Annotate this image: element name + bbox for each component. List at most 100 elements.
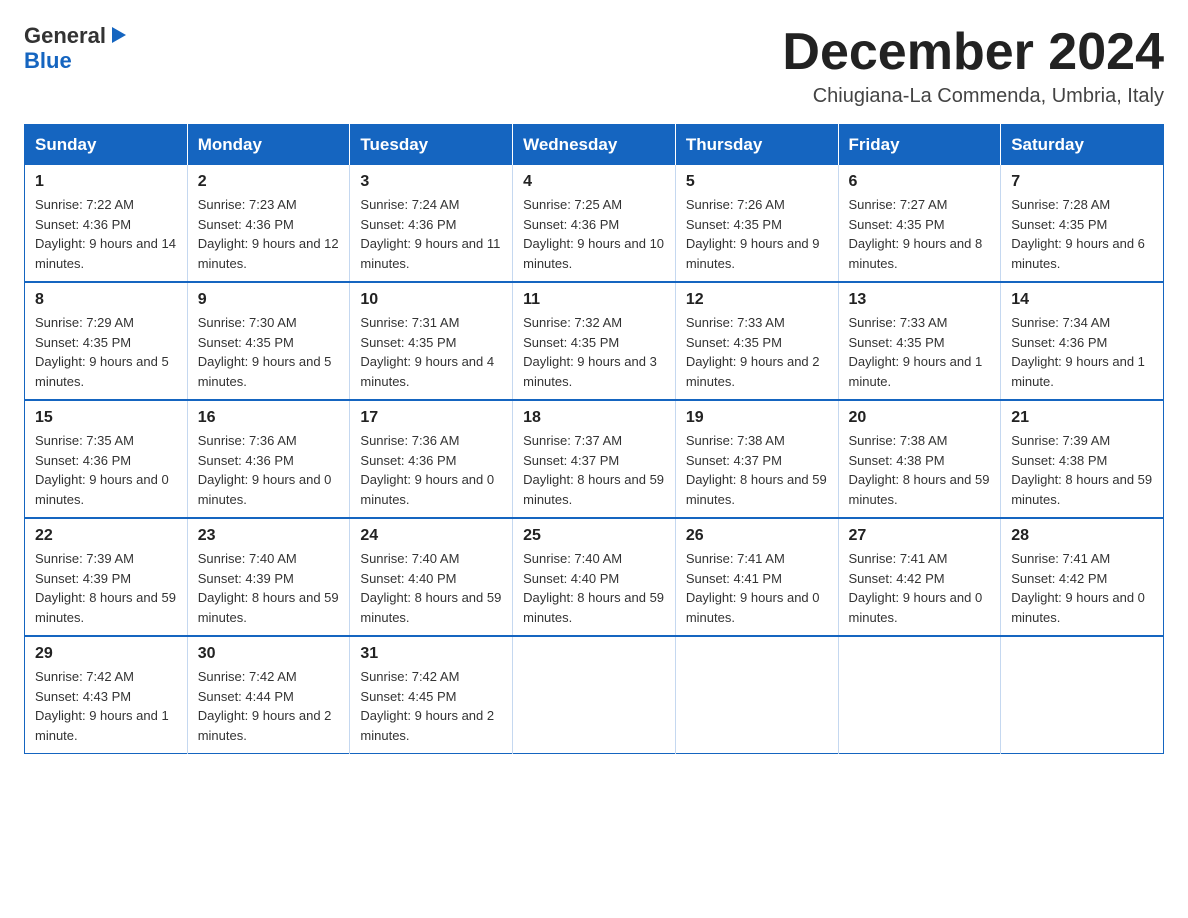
- calendar-cell: 9 Sunrise: 7:30 AM Sunset: 4:35 PM Dayli…: [187, 282, 350, 400]
- logo-blue: Blue: [24, 48, 72, 74]
- day-number: 22: [35, 527, 177, 545]
- calendar-cell: 31 Sunrise: 7:42 AM Sunset: 4:45 PM Dayl…: [350, 636, 513, 754]
- col-header-friday: Friday: [838, 125, 1001, 166]
- calendar-cell: 26 Sunrise: 7:41 AM Sunset: 4:41 PM Dayl…: [675, 518, 838, 636]
- day-info: Sunrise: 7:34 AM Sunset: 4:36 PM Dayligh…: [1011, 313, 1153, 391]
- logo: General Blue: [24, 24, 128, 74]
- month-title: December 2024: [782, 24, 1164, 81]
- day-info: Sunrise: 7:31 AM Sunset: 4:35 PM Dayligh…: [360, 313, 502, 391]
- day-info: Sunrise: 7:28 AM Sunset: 4:35 PM Dayligh…: [1011, 195, 1153, 273]
- day-info: Sunrise: 7:41 AM Sunset: 4:42 PM Dayligh…: [849, 549, 991, 627]
- calendar-cell: 27 Sunrise: 7:41 AM Sunset: 4:42 PM Dayl…: [838, 518, 1001, 636]
- day-info: Sunrise: 7:40 AM Sunset: 4:40 PM Dayligh…: [523, 549, 665, 627]
- calendar-cell: 16 Sunrise: 7:36 AM Sunset: 4:36 PM Dayl…: [187, 400, 350, 518]
- calendar-cell: 4 Sunrise: 7:25 AM Sunset: 4:36 PM Dayli…: [513, 165, 676, 282]
- day-number: 7: [1011, 173, 1153, 191]
- day-info: Sunrise: 7:35 AM Sunset: 4:36 PM Dayligh…: [35, 431, 177, 509]
- calendar-cell: [513, 636, 676, 754]
- title-block: December 2024 Chiugiana-La Commenda, Umb…: [782, 24, 1164, 108]
- calendar-cell: 5 Sunrise: 7:26 AM Sunset: 4:35 PM Dayli…: [675, 165, 838, 282]
- calendar-cell: 30 Sunrise: 7:42 AM Sunset: 4:44 PM Dayl…: [187, 636, 350, 754]
- calendar-cell: 12 Sunrise: 7:33 AM Sunset: 4:35 PM Dayl…: [675, 282, 838, 400]
- day-info: Sunrise: 7:37 AM Sunset: 4:37 PM Dayligh…: [523, 431, 665, 509]
- calendar-cell: 19 Sunrise: 7:38 AM Sunset: 4:37 PM Dayl…: [675, 400, 838, 518]
- day-number: 8: [35, 291, 177, 309]
- day-number: 23: [198, 527, 340, 545]
- calendar-cell: 1 Sunrise: 7:22 AM Sunset: 4:36 PM Dayli…: [25, 165, 188, 282]
- day-info: Sunrise: 7:33 AM Sunset: 4:35 PM Dayligh…: [849, 313, 991, 391]
- day-number: 13: [849, 291, 991, 309]
- day-info: Sunrise: 7:33 AM Sunset: 4:35 PM Dayligh…: [686, 313, 828, 391]
- day-info: Sunrise: 7:42 AM Sunset: 4:43 PM Dayligh…: [35, 667, 177, 745]
- calendar-cell: 18 Sunrise: 7:37 AM Sunset: 4:37 PM Dayl…: [513, 400, 676, 518]
- logo-general: General: [24, 24, 106, 48]
- day-info: Sunrise: 7:36 AM Sunset: 4:36 PM Dayligh…: [360, 431, 502, 509]
- day-number: 18: [523, 409, 665, 427]
- day-number: 5: [686, 173, 828, 191]
- calendar-cell: 25 Sunrise: 7:40 AM Sunset: 4:40 PM Dayl…: [513, 518, 676, 636]
- calendar-cell: 11 Sunrise: 7:32 AM Sunset: 4:35 PM Dayl…: [513, 282, 676, 400]
- day-number: 1: [35, 173, 177, 191]
- calendar-cell: 2 Sunrise: 7:23 AM Sunset: 4:36 PM Dayli…: [187, 165, 350, 282]
- day-number: 28: [1011, 527, 1153, 545]
- day-number: 30: [198, 645, 340, 663]
- calendar-header-row: SundayMondayTuesdayWednesdayThursdayFrid…: [25, 125, 1164, 166]
- day-info: Sunrise: 7:27 AM Sunset: 4:35 PM Dayligh…: [849, 195, 991, 273]
- day-info: Sunrise: 7:38 AM Sunset: 4:37 PM Dayligh…: [686, 431, 828, 509]
- day-number: 26: [686, 527, 828, 545]
- day-number: 3: [360, 173, 502, 191]
- calendar-cell: 10 Sunrise: 7:31 AM Sunset: 4:35 PM Dayl…: [350, 282, 513, 400]
- day-info: Sunrise: 7:26 AM Sunset: 4:35 PM Dayligh…: [686, 195, 828, 273]
- col-header-thursday: Thursday: [675, 125, 838, 166]
- day-number: 25: [523, 527, 665, 545]
- calendar-cell: 6 Sunrise: 7:27 AM Sunset: 4:35 PM Dayli…: [838, 165, 1001, 282]
- day-info: Sunrise: 7:39 AM Sunset: 4:38 PM Dayligh…: [1011, 431, 1153, 509]
- calendar-cell: 20 Sunrise: 7:38 AM Sunset: 4:38 PM Dayl…: [838, 400, 1001, 518]
- day-number: 4: [523, 173, 665, 191]
- logo-arrow-icon: [108, 25, 128, 45]
- day-number: 19: [686, 409, 828, 427]
- day-info: Sunrise: 7:38 AM Sunset: 4:38 PM Dayligh…: [849, 431, 991, 509]
- calendar-week-1: 1 Sunrise: 7:22 AM Sunset: 4:36 PM Dayli…: [25, 165, 1164, 282]
- calendar-cell: 28 Sunrise: 7:41 AM Sunset: 4:42 PM Dayl…: [1001, 518, 1164, 636]
- day-number: 29: [35, 645, 177, 663]
- day-info: Sunrise: 7:41 AM Sunset: 4:42 PM Dayligh…: [1011, 549, 1153, 627]
- calendar-week-3: 15 Sunrise: 7:35 AM Sunset: 4:36 PM Dayl…: [25, 400, 1164, 518]
- day-info: Sunrise: 7:36 AM Sunset: 4:36 PM Dayligh…: [198, 431, 340, 509]
- location-title: Chiugiana-La Commenda, Umbria, Italy: [782, 85, 1164, 108]
- col-header-saturday: Saturday: [1001, 125, 1164, 166]
- day-number: 27: [849, 527, 991, 545]
- page-header: General Blue December 2024 Chiugiana-La …: [24, 24, 1164, 108]
- calendar-cell: 15 Sunrise: 7:35 AM Sunset: 4:36 PM Dayl…: [25, 400, 188, 518]
- calendar-cell: 29 Sunrise: 7:42 AM Sunset: 4:43 PM Dayl…: [25, 636, 188, 754]
- day-info: Sunrise: 7:32 AM Sunset: 4:35 PM Dayligh…: [523, 313, 665, 391]
- day-number: 16: [198, 409, 340, 427]
- calendar-cell: 21 Sunrise: 7:39 AM Sunset: 4:38 PM Dayl…: [1001, 400, 1164, 518]
- calendar-cell: 22 Sunrise: 7:39 AM Sunset: 4:39 PM Dayl…: [25, 518, 188, 636]
- day-number: 12: [686, 291, 828, 309]
- calendar-cell: 3 Sunrise: 7:24 AM Sunset: 4:36 PM Dayli…: [350, 165, 513, 282]
- day-info: Sunrise: 7:25 AM Sunset: 4:36 PM Dayligh…: [523, 195, 665, 273]
- day-number: 11: [523, 291, 665, 309]
- calendar-cell: 14 Sunrise: 7:34 AM Sunset: 4:36 PM Dayl…: [1001, 282, 1164, 400]
- calendar-cell: 7 Sunrise: 7:28 AM Sunset: 4:35 PM Dayli…: [1001, 165, 1164, 282]
- calendar-cell: 17 Sunrise: 7:36 AM Sunset: 4:36 PM Dayl…: [350, 400, 513, 518]
- day-number: 10: [360, 291, 502, 309]
- day-number: 14: [1011, 291, 1153, 309]
- day-info: Sunrise: 7:30 AM Sunset: 4:35 PM Dayligh…: [198, 313, 340, 391]
- day-number: 6: [849, 173, 991, 191]
- day-info: Sunrise: 7:29 AM Sunset: 4:35 PM Dayligh…: [35, 313, 177, 391]
- day-info: Sunrise: 7:42 AM Sunset: 4:45 PM Dayligh…: [360, 667, 502, 745]
- day-number: 2: [198, 173, 340, 191]
- col-header-tuesday: Tuesday: [350, 125, 513, 166]
- day-number: 31: [360, 645, 502, 663]
- day-number: 24: [360, 527, 502, 545]
- calendar-cell: [838, 636, 1001, 754]
- calendar-cell: 8 Sunrise: 7:29 AM Sunset: 4:35 PM Dayli…: [25, 282, 188, 400]
- day-info: Sunrise: 7:41 AM Sunset: 4:41 PM Dayligh…: [686, 549, 828, 627]
- calendar-cell: 23 Sunrise: 7:40 AM Sunset: 4:39 PM Dayl…: [187, 518, 350, 636]
- day-number: 21: [1011, 409, 1153, 427]
- calendar-table: SundayMondayTuesdayWednesdayThursdayFrid…: [24, 124, 1164, 754]
- col-header-monday: Monday: [187, 125, 350, 166]
- calendar-week-2: 8 Sunrise: 7:29 AM Sunset: 4:35 PM Dayli…: [25, 282, 1164, 400]
